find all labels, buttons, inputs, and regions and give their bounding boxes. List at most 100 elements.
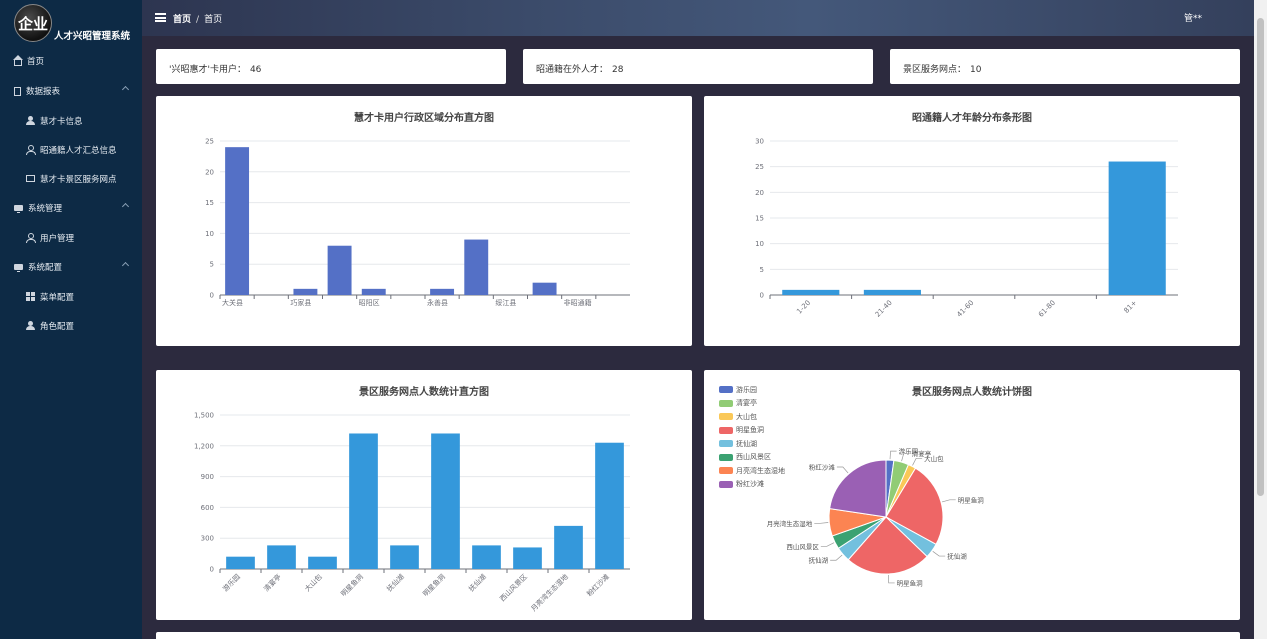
bar[interactable]	[532, 282, 557, 295]
sidebar-item-system-management[interactable]: 系统管理	[0, 193, 142, 223]
monitor-icon	[14, 264, 23, 272]
y-tick-label: 25	[205, 138, 214, 146]
bar[interactable]	[554, 525, 583, 569]
x-tick-label: 抚仙湖	[385, 572, 406, 593]
pie-slice-label: 明星鱼洞	[958, 495, 985, 504]
stat-label: 景区服务网点：	[903, 65, 967, 75]
y-tick-label: 600	[201, 504, 214, 512]
sidebar-menu: 首页 数据报表 慧才卡信息 昭通籍人才汇总信息 慧才卡景区服务网点 系统管理 用…	[0, 46, 142, 340]
bar[interactable]	[595, 442, 624, 569]
x-tick-label: 明星鱼洞	[421, 572, 447, 598]
pie-label-line	[932, 551, 946, 557]
sidebar-item-data-reports[interactable]: 数据报表	[0, 76, 142, 106]
x-tick-label: 1-20	[795, 299, 812, 316]
y-tick-label: 1,200	[194, 442, 214, 450]
x-tick-label: 非昭通籍	[564, 298, 592, 307]
bar[interactable]	[349, 433, 378, 569]
chart-panel-age-distribution: 昭通籍人才年龄分布条形图 0 5 10 15 20 25 30 1-20 21-40 41-60 6…	[704, 96, 1240, 346]
bar[interactable]	[472, 545, 501, 569]
pie-slice[interactable]	[829, 459, 887, 518]
pie-slice-label: 明星鱼洞	[897, 578, 924, 587]
bar[interactable]	[327, 245, 352, 295]
bar[interactable]	[513, 547, 542, 569]
bar[interactable]	[225, 147, 250, 295]
x-tick-label: 绥江县	[495, 298, 516, 307]
card-icon	[26, 175, 35, 182]
breadcrumb-separator: /	[196, 15, 200, 25]
chart-panel-region-distribution: 慧才卡用户行政区域分布直方图 0 5 10 15 20 25 大关县 巧家县 昭阳区 永善县 绥江县…	[156, 96, 692, 346]
service-point-pie-chart: 游乐园清宴亭大山包明星鱼洞抚仙湖明星鱼洞抚仙湖西山风景区月亮湾生态湿地粉红沙滩	[767, 447, 985, 588]
stat-value: 46	[249, 65, 262, 75]
sidebar-item-user-management[interactable]: 用户管理	[0, 223, 142, 252]
sidebar-item-role-config[interactable]: 角色配置	[0, 311, 142, 340]
y-tick-label: 0	[210, 292, 214, 300]
bar[interactable]	[361, 288, 386, 295]
y-tick-label: 0	[210, 566, 214, 574]
x-tick-label: 61-80	[1037, 299, 1057, 319]
sidebar-item-talent-summary[interactable]: 昭通籍人才汇总信息	[0, 135, 142, 164]
sidebar-item-menu-config[interactable]: 菜单配置	[0, 282, 142, 311]
user-outline-icon	[26, 233, 36, 243]
user-name[interactable]: 管**	[1184, 11, 1202, 24]
user-icon	[26, 116, 35, 125]
bar[interactable]	[226, 556, 255, 569]
document-icon	[14, 86, 21, 96]
bar[interactable]	[431, 433, 460, 569]
breadcrumb-home[interactable]: 首页	[173, 15, 191, 25]
y-tick-label: 25	[755, 163, 764, 171]
scrollbar-thumb[interactable]	[1257, 18, 1264, 496]
user-icon	[26, 321, 35, 330]
pie-label-line	[830, 554, 843, 561]
x-tick-label: 月亮湾生态湿地	[529, 572, 570, 613]
y-tick-label: 20	[755, 189, 764, 197]
pie-slice-label: 月亮湾生态湿地	[767, 519, 813, 528]
stat-card-users: '兴昭惠才'卡用户： 46	[156, 49, 506, 84]
sidebar-item-system-config[interactable]: 系统配置	[0, 252, 142, 282]
chart-panel-service-point-bars: 景区服务网点人数统计直方图 0 300 600 900 1,200 1,500 游乐园 清宴亭…	[156, 370, 692, 620]
breadcrumb-current: 首页	[204, 15, 223, 25]
sidebar-item-home[interactable]: 首页	[0, 46, 142, 76]
bar[interactable]	[1108, 161, 1166, 295]
stat-value: 28	[612, 65, 624, 75]
x-tick-label: 41-60	[955, 299, 975, 319]
y-tick-label: 900	[201, 473, 214, 481]
stat-label: '兴昭惠才'卡用户：	[169, 65, 246, 75]
bar[interactable]	[267, 545, 296, 569]
sidebar-item-talent-card-info[interactable]: 慧才卡信息	[0, 106, 142, 135]
pie-slice-label: 西山风景区	[786, 542, 819, 551]
x-tick-label: 西山风景区	[498, 572, 529, 603]
x-tick-label: 游乐园	[221, 572, 242, 593]
sidebar-item-service-points[interactable]: 慧才卡景区服务网点	[0, 164, 142, 193]
x-tick-label: 21-40	[874, 299, 894, 319]
page-scrollbar[interactable]	[1254, 0, 1267, 639]
pie-label-line	[887, 574, 895, 584]
age-bar-chart: 0 5 10 15 20 25 30 1-20 21-40 41-60 61-80 81+	[755, 138, 1178, 319]
x-tick-label: 粉红沙滩	[585, 572, 611, 598]
bar[interactable]	[863, 289, 921, 295]
grid-icon	[26, 292, 35, 301]
bar[interactable]	[430, 288, 455, 295]
pie-label-line	[889, 450, 897, 460]
bar[interactable]	[782, 289, 840, 295]
bar[interactable]	[390, 545, 419, 569]
sidebar-item-label: 系统配置	[28, 263, 63, 273]
bar[interactable]	[293, 288, 318, 295]
pie-label-line	[836, 466, 849, 474]
menu-toggle-icon[interactable]	[155, 13, 166, 22]
y-tick-label: 5	[760, 266, 764, 274]
stat-card-service-points: 景区服务网点： 10	[890, 49, 1240, 84]
x-tick-label: 巧家县	[290, 298, 311, 307]
y-tick-label: 0	[760, 292, 764, 300]
pie-label-line	[814, 522, 829, 524]
y-tick-label: 15	[205, 199, 214, 207]
logo-text: 企业	[17, 14, 48, 33]
x-tick-label: 抚仙湖	[467, 572, 488, 593]
top-header: 首页 / 首页 管**	[142, 0, 1254, 36]
pie-slice-label: 抚仙湖	[947, 552, 967, 561]
y-tick-label: 15	[755, 215, 764, 223]
region-bar-chart: 0 5 10 15 20 25 大关县 巧家县 昭阳区 永善县 绥江县 非昭通籍	[205, 138, 630, 307]
bar[interactable]	[464, 239, 489, 295]
sidebar-item-label: 慧才卡景区服务网点	[40, 174, 117, 185]
x-tick-label: 大山包	[303, 572, 324, 593]
bar[interactable]	[308, 556, 337, 569]
